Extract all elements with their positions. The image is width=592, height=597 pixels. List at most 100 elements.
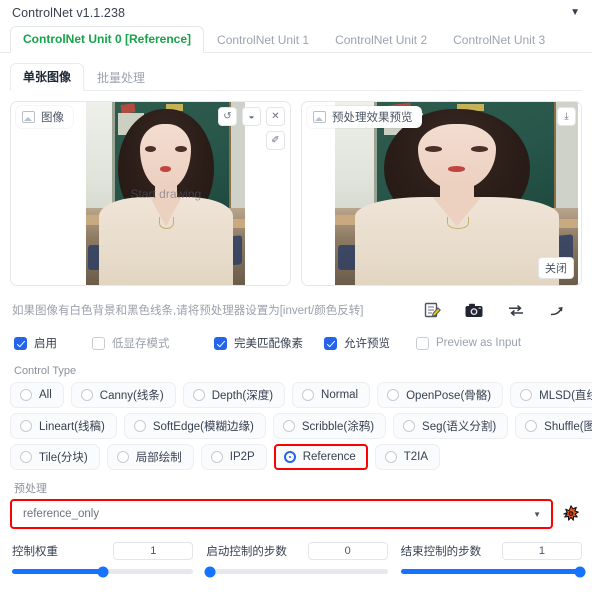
image-icon xyxy=(22,111,35,123)
control-type-openpose[interactable]: OpenPose(骨骼) xyxy=(377,382,504,408)
control-type-label-text: Lineart(线稿) xyxy=(39,421,105,433)
checkbox-preview-as-input-box[interactable] xyxy=(416,336,429,350)
checkbox-low-vram-box[interactable] xyxy=(92,336,105,350)
chevron-down-icon[interactable]: ▼ xyxy=(533,510,541,519)
slider-starting-step-knob[interactable] xyxy=(204,566,216,577)
radio-dot[interactable] xyxy=(20,451,32,463)
subtab-single-image[interactable]: 单张图像 xyxy=(10,63,85,91)
radio-dot[interactable] xyxy=(192,389,205,401)
control-type-mlsd[interactable]: MLSD(直线) xyxy=(510,382,592,408)
radio-dot[interactable] xyxy=(384,451,397,463)
control-type-seg[interactable]: Seg(语义分割) xyxy=(393,413,509,439)
tab-controlnet-unit-0[interactable]: ControlNet Unit 0 [Reference] xyxy=(10,26,205,53)
control-type-label-text: MLSD(直线) xyxy=(539,390,592,402)
close-preview-button[interactable]: 关闭 xyxy=(538,257,574,279)
checkbox-preview-as-input[interactable]: Preview as Input xyxy=(416,336,521,350)
control-type-softedge[interactable]: SoftEdge(模糊边缘) xyxy=(123,413,266,439)
checkbox-pixel-perfect-box[interactable] xyxy=(214,336,227,350)
radio-dot[interactable] xyxy=(133,420,146,432)
checkbox-enable[interactable]: 启用 xyxy=(14,335,92,351)
slider-starting-step-track[interactable] xyxy=(204,566,388,577)
preprocessor-selected-value: reference_only xyxy=(23,508,100,520)
slider-ending-step-track[interactable] xyxy=(400,566,586,577)
radio-dot[interactable] xyxy=(20,389,32,401)
slider-ending-step-knob[interactable] xyxy=(574,566,586,577)
control-type-label-text: T2IA xyxy=(403,451,429,463)
hint-row: 如果图像有白色背景和黑色线条,请将预处理器设置为[invert/颜色反转] xyxy=(12,297,580,323)
radio-dot[interactable] xyxy=(116,451,129,463)
source-image-badge: 图像 xyxy=(16,106,73,128)
arrow-turn-icon[interactable] xyxy=(548,301,568,319)
slider-ending-step-value[interactable]: 1 xyxy=(501,542,582,560)
control-type-all[interactable]: All xyxy=(10,382,64,408)
preview-tools: ⤓ xyxy=(557,107,576,126)
control-type-depth[interactable]: Depth(深度) xyxy=(182,382,286,408)
control-type-tile[interactable]: Tile(分块) xyxy=(10,444,100,470)
control-type-shuffle[interactable]: Shuffle(图像打乱) xyxy=(515,413,592,439)
slider-control-weight-track[interactable] xyxy=(12,566,194,577)
radio-dot[interactable] xyxy=(282,420,295,432)
control-type-label-text: Reference xyxy=(302,451,356,463)
subtab-batch-process[interactable]: 批量处理 xyxy=(84,64,158,91)
options-checkbox-row: 启用 低显存模式 完美匹配像素 允许预览 Preview as Input xyxy=(14,335,580,351)
slider-ending-step-label: 结束控制的步数 xyxy=(400,546,482,558)
tab-controlnet-unit-2[interactable]: ControlNet Unit 2 xyxy=(322,27,440,53)
undo-icon[interactable]: ↺ xyxy=(218,107,237,126)
checkbox-low-vram[interactable]: 低显存模式 xyxy=(92,335,214,351)
explode-icon[interactable] xyxy=(560,503,582,525)
radio-dot-selected[interactable] xyxy=(283,451,296,463)
control-type-row-1: All Canny(线条) Depth(深度) Normal OpenPose(… xyxy=(10,382,592,408)
tab-controlnet-unit-3[interactable]: ControlNet Unit 3 xyxy=(440,27,558,53)
slider-starting-step-value[interactable]: 0 xyxy=(307,542,388,560)
control-type-label-text: All xyxy=(39,389,52,401)
preprocessor-preview-panel[interactable]: 预处理效果预览 ⤓ 关闭 xyxy=(301,101,582,286)
control-type-label-text: IP2P xyxy=(229,451,255,463)
control-type-inpaint[interactable]: 局部绘制 xyxy=(106,444,194,470)
checkbox-allow-preview-label: 允许预览 xyxy=(344,338,390,350)
radio-dot[interactable] xyxy=(525,420,538,432)
radio-dot[interactable] xyxy=(302,389,315,401)
radio-dot[interactable] xyxy=(387,389,400,401)
slider-control-weight-value[interactable]: 1 xyxy=(113,542,194,560)
radio-dot[interactable] xyxy=(520,389,533,401)
chevron-down-icon[interactable]: ▼ xyxy=(570,8,582,18)
preprocessor-label: 预处理 xyxy=(14,483,47,495)
control-type-label: Control Type xyxy=(14,365,77,377)
slider-control-weight: 控制权重 1 xyxy=(12,541,194,577)
control-type-scribble[interactable]: Scribble(涂鸦) xyxy=(272,413,387,439)
preprocessor-select[interactable]: reference_only ▼ xyxy=(10,499,553,529)
checkbox-pixel-perfect[interactable]: 完美匹配像素 xyxy=(214,335,324,351)
preview-badge: 预处理效果预览 xyxy=(307,106,422,128)
eraser-icon[interactable]: ◒ xyxy=(242,107,261,126)
radio-dot[interactable] xyxy=(210,451,223,463)
image-icon xyxy=(313,111,326,123)
control-type-t2ia[interactable]: T2IA xyxy=(374,444,441,470)
control-type-lineart[interactable]: Lineart(线稿) xyxy=(10,413,117,439)
control-type-canny[interactable]: Canny(线条) xyxy=(70,382,176,408)
edit-note-icon[interactable] xyxy=(422,301,442,319)
source-image-panel[interactable]: 图像 Start drawing ↺ ◒ ✕ ✐ xyxy=(10,101,291,286)
camera-icon[interactable] xyxy=(464,301,484,319)
accordion-header[interactable]: ControlNet v1.1.238 ▼ xyxy=(0,0,592,25)
page-title: ControlNet v1.1.238 xyxy=(12,6,126,20)
checkbox-pixel-perfect-label: 完美匹配像素 xyxy=(234,338,303,350)
download-icon[interactable]: ⤓ xyxy=(557,107,576,126)
radio-dot[interactable] xyxy=(20,420,32,432)
slider-starting-step: 启动控制的步数 0 xyxy=(204,541,388,577)
controlnet-panel: ControlNet v1.1.238 ▼ ControlNet Unit 0 … xyxy=(0,0,592,597)
control-type-normal[interactable]: Normal xyxy=(292,382,371,408)
close-icon[interactable]: ✕ xyxy=(266,107,285,126)
checkbox-allow-preview-box[interactable] xyxy=(324,336,337,350)
control-type-group: All Canny(线条) Depth(深度) Normal OpenPose(… xyxy=(10,382,592,470)
checkbox-enable-box[interactable] xyxy=(14,336,27,350)
radio-dot[interactable] xyxy=(403,420,416,432)
checkbox-allow-preview[interactable]: 允许预览 xyxy=(324,335,416,351)
tab-controlnet-unit-1[interactable]: ControlNet Unit 1 xyxy=(204,27,322,53)
radio-dot[interactable] xyxy=(80,389,93,401)
control-type-reference[interactable]: Reference xyxy=(273,444,368,470)
slider-control-weight-knob[interactable] xyxy=(97,566,109,577)
swap-arrows-icon[interactable] xyxy=(506,301,526,319)
source-image-badge-label: 图像 xyxy=(41,112,64,124)
control-type-ip2p[interactable]: IP2P xyxy=(200,444,267,470)
brush-icon[interactable]: ✐ xyxy=(266,131,285,150)
